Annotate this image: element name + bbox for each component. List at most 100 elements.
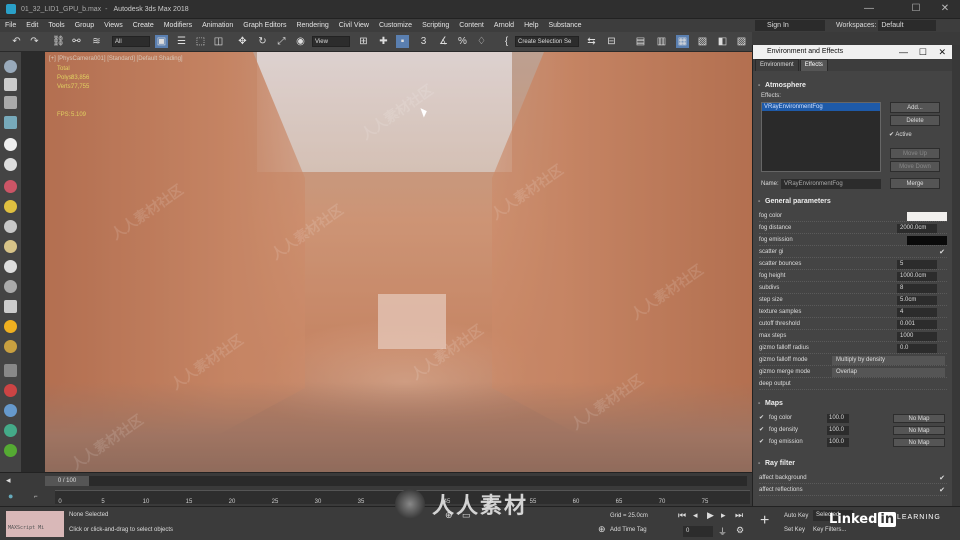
menu-modifiers[interactable]: Modifiers (159, 22, 197, 29)
key-mode-icon[interactable]: ⏚ (718, 525, 727, 538)
merge-button[interactable]: Merge (890, 178, 940, 189)
angle-snap-icon[interactable]: ∡ (437, 35, 450, 48)
dome-icon[interactable] (4, 240, 17, 253)
cutoff-threshold-spinner[interactable]: 0.001 (897, 320, 937, 329)
viewport-globe-icon[interactable]: ● (8, 491, 13, 501)
subdivs-spinner[interactable]: 8 (897, 284, 937, 293)
map-amount-spinner[interactable]: 100.0 (827, 438, 849, 447)
curve-editor-icon[interactable]: ▦ (676, 35, 689, 48)
named-selection-dropdown[interactable]: Create Selection Se (515, 36, 579, 47)
panel-scrollbar[interactable] (952, 45, 960, 506)
display-icon[interactable] (4, 138, 17, 151)
maxscript-listener[interactable]: MAXScript Mi (6, 511, 64, 537)
menu-help[interactable]: Help (519, 22, 543, 29)
menu-animation[interactable]: Animation (197, 22, 238, 29)
atmosphere-rollout[interactable]: Atmosphere (757, 81, 949, 91)
light-icon[interactable] (4, 320, 17, 333)
sign-in-dropdown[interactable]: Sign In (755, 20, 825, 31)
layer-explorer-icon[interactable]: ▤ (634, 35, 647, 48)
particles-icon[interactable] (4, 384, 17, 397)
move-up-button[interactable]: Move Up (890, 148, 940, 159)
go-to-start-icon[interactable]: ⏮ (678, 510, 686, 521)
workspaces-selector[interactable]: Workspaces: Default (836, 20, 937, 31)
align-icon[interactable]: ⊟ (605, 35, 618, 48)
dialog-maximize-icon[interactable]: ☐ (919, 45, 927, 59)
step-size-spinner[interactable]: 5.0cm (897, 296, 937, 305)
map-enable-checkbox[interactable]: ✔ (759, 413, 769, 424)
keyboard-shortcut-icon[interactable]: ▪ (396, 35, 409, 48)
rotate-icon[interactable]: ↻ (256, 35, 269, 48)
unlink-icon[interactable]: ⚯ (70, 35, 83, 48)
workspaces-value[interactable]: Default (878, 20, 937, 31)
effect-name-field[interactable]: VRayEnvironmentFog (781, 179, 881, 189)
go-to-end-icon[interactable]: ⏭ (735, 510, 743, 521)
time-tag-icon[interactable]: ⊕ (598, 524, 606, 535)
fog-emission-swatch[interactable] (907, 236, 947, 245)
next-frame-icon[interactable]: ▸ (721, 510, 726, 521)
gizmo-falloff-radius-spinner[interactable]: 0.0 (897, 344, 937, 353)
sun-icon[interactable] (4, 200, 17, 213)
affect-background-checkbox[interactable]: ✔ (939, 473, 945, 484)
undo-icon[interactable]: ↶ (10, 35, 23, 48)
move-icon[interactable]: ✥ (236, 35, 249, 48)
set-key-plus-icon[interactable]: + (760, 512, 769, 530)
max-steps-spinner[interactable]: 1000 (897, 332, 937, 341)
effects-list[interactable]: VRayEnvironmentFog (761, 102, 881, 172)
material-editor-icon[interactable]: ◧ (716, 35, 729, 48)
gear-icon[interactable] (4, 340, 17, 353)
menu-arnold[interactable]: Arnold (489, 22, 519, 29)
select-by-name-icon[interactable]: ☰ (175, 35, 188, 48)
fog-color-swatch[interactable] (907, 212, 947, 221)
ray-filter-rollout[interactable]: Ray filter (757, 459, 949, 469)
camera-viewport[interactable]: [+] [PhysCamera001] [Standard] [Default … (45, 52, 752, 472)
dialog-minimize-icon[interactable]: — (899, 45, 908, 59)
app-icon[interactable] (6, 4, 16, 14)
select-object-icon[interactable]: ▣ (155, 35, 168, 48)
link-icon[interactable]: ⛓ (52, 35, 65, 48)
delete-effect-button[interactable]: Delete (890, 115, 940, 126)
auto-key-button[interactable]: Auto Key (784, 513, 808, 519)
create-icon[interactable] (4, 60, 17, 73)
texture-samples-spinner[interactable]: 4 (897, 308, 937, 317)
scatter-bounces-spinner[interactable]: 5 (897, 260, 937, 269)
dialog-close-icon[interactable]: ✕ (938, 45, 946, 59)
maximize-button[interactable]: ☐ (905, 2, 927, 16)
pivot-center-icon[interactable]: ⊞ (357, 35, 370, 48)
plant-icon[interactable] (4, 444, 17, 457)
previous-frame-icon[interactable]: ◂ (693, 510, 698, 521)
percent-snap-icon[interactable]: % (456, 35, 469, 48)
map-slot-button[interactable]: No Map (893, 414, 945, 423)
track-key-icon[interactable]: ⌐ (34, 494, 38, 500)
scatter-gi-checkbox[interactable]: ✔ (939, 247, 945, 258)
menu-customize[interactable]: Customize (374, 22, 417, 29)
add-time-tag[interactable]: Add Time Tag (610, 527, 647, 533)
hierarchy-icon[interactable] (4, 96, 17, 109)
sphere-icon[interactable] (4, 220, 17, 233)
key-filters-button[interactable]: Key Filters... (813, 527, 846, 533)
reference-coordinate-dropdown[interactable]: View (312, 36, 350, 47)
toggle-ribbon-icon[interactable]: ▥ (655, 35, 668, 48)
grid-icon[interactable] (4, 364, 17, 377)
add-effect-button[interactable]: Add... (890, 102, 940, 113)
fog-height-spinner[interactable]: 1000.0cm (897, 272, 937, 281)
rectangular-selection-icon[interactable]: ⬚ (194, 35, 207, 48)
map-amount-spinner[interactable]: 100.0 (827, 414, 849, 423)
fog-distance-spinner[interactable]: 2000.0cm (897, 224, 937, 233)
time-config-icon[interactable]: ⚙ (736, 525, 744, 536)
select-manipulate-icon[interactable]: ✚ (377, 35, 390, 48)
menu-scripting[interactable]: Scripting (417, 22, 454, 29)
map-slot-button[interactable]: No Map (893, 426, 945, 435)
lights-icon[interactable] (4, 180, 17, 193)
teapot-icon[interactable] (4, 280, 17, 293)
utilities-icon[interactable] (4, 158, 17, 171)
menu-views[interactable]: Views (99, 22, 128, 29)
bind-space-warp-icon[interactable]: ≋ (90, 35, 103, 48)
active-checkbox[interactable]: ✔ Active (889, 131, 912, 138)
maps-rollout[interactable]: Maps (757, 399, 949, 409)
spinner-snap-icon[interactable]: ♢ (475, 35, 488, 48)
redo-icon[interactable]: ↷ (28, 35, 41, 48)
fx-icon[interactable] (4, 404, 17, 417)
gizmo-merge-mode-dropdown[interactable]: Overlap (832, 368, 945, 377)
affect-reflections-checkbox[interactable]: ✔ (939, 485, 945, 496)
map-slot-button[interactable]: No Map (893, 438, 945, 447)
